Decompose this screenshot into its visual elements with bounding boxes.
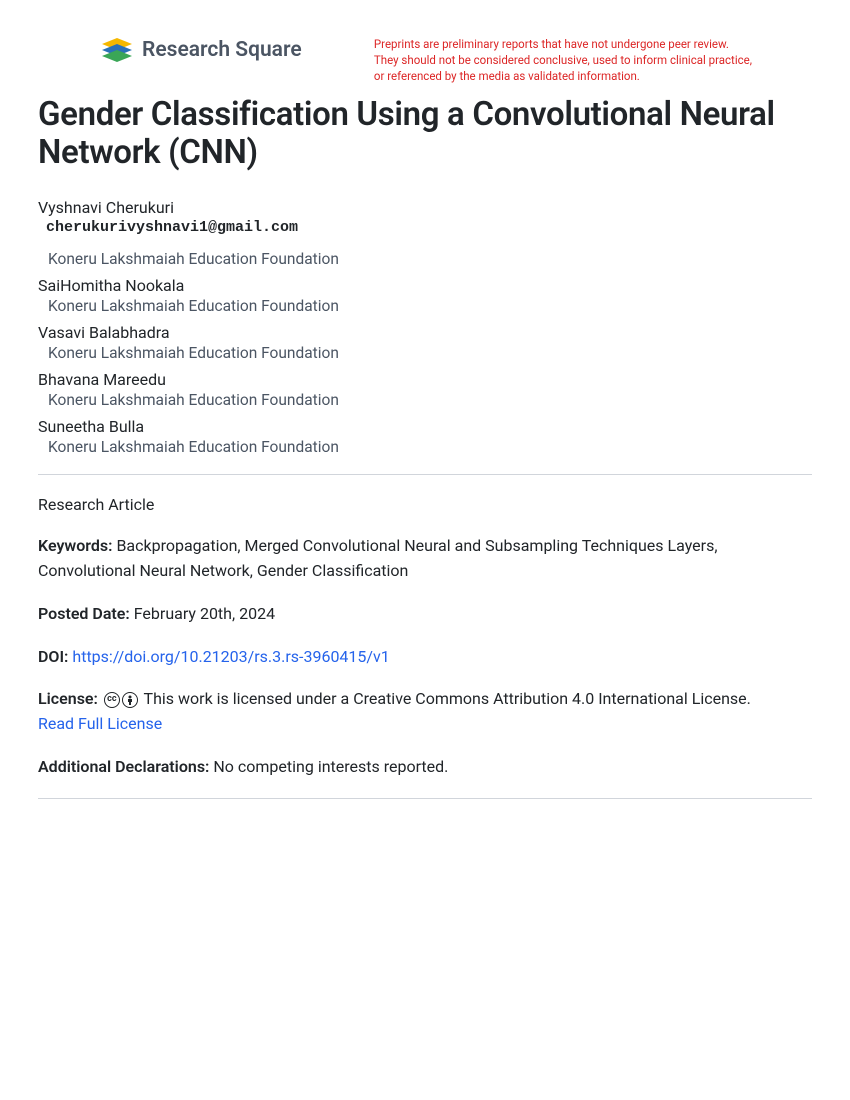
doi-row: DOI: https://doi.org/10.21203/rs.3.rs-39… — [38, 645, 812, 670]
divider — [38, 474, 812, 475]
author-block: Vasavi Balabhadra Koneru Lakshmaiah Educ… — [38, 323, 812, 362]
author-affiliation: Koneru Lakshmaiah Education Foundation — [48, 297, 812, 315]
author-name: Bhavana Mareedu — [38, 370, 812, 389]
author-block: Suneetha Bulla Koneru Lakshmaiah Educati… — [38, 417, 812, 456]
by-icon — [122, 692, 138, 708]
declarations-text: No competing interests reported. — [213, 757, 448, 776]
author-block: Bhavana Mareedu Koneru Lakshmaiah Educat… — [38, 370, 812, 409]
author-email: cherukurivyshnavi1@gmail.com — [46, 219, 812, 236]
notice-line: or referenced by the media as validated … — [374, 68, 752, 84]
cc-icons: cc — [104, 692, 138, 708]
logo: Research Square — [100, 36, 302, 64]
author-block: Vyshnavi Cherukuri cherukurivyshnavi1@gm… — [38, 198, 812, 268]
author-name: Vyshnavi Cherukuri — [38, 198, 812, 217]
logo-text: Research Square — [142, 38, 302, 62]
author-affiliation: Koneru Lakshmaiah Education Foundation — [48, 344, 812, 362]
license-row: License: cc This work is licensed under … — [38, 687, 812, 737]
author-affiliation: Koneru Lakshmaiah Education Foundation — [48, 391, 812, 409]
author-name: SaiHomitha Nookala — [38, 276, 812, 295]
cc-icon: cc — [104, 692, 120, 708]
posted-value: February 20th, 2024 — [134, 604, 275, 623]
author-affiliation: Koneru Lakshmaiah Education Foundation — [48, 250, 812, 268]
author-name: Vasavi Balabhadra — [38, 323, 812, 342]
notice-line: Preprints are preliminary reports that h… — [374, 36, 752, 52]
article-type: Research Article — [38, 495, 812, 514]
declarations-label: Additional Declarations: — [38, 757, 209, 776]
license-link[interactable]: Read Full License — [38, 714, 162, 733]
research-square-icon — [100, 36, 134, 64]
header: Research Square Preprints are preliminar… — [38, 36, 812, 84]
divider — [38, 798, 812, 799]
author-block: SaiHomitha Nookala Koneru Lakshmaiah Edu… — [38, 276, 812, 315]
doi-link[interactable]: https://doi.org/10.21203/rs.3.rs-3960415… — [72, 647, 389, 666]
paper-title: Gender Classification Using a Convolutio… — [38, 96, 812, 172]
author-affiliation: Koneru Lakshmaiah Education Foundation — [48, 438, 812, 456]
notice-line: They should not be considered conclusive… — [374, 52, 752, 68]
keywords-label: Keywords: — [38, 536, 112, 555]
posted-label: Posted Date: — [38, 604, 130, 623]
declarations-row: Additional Declarations: No competing in… — [38, 755, 812, 780]
preprint-notice: Preprints are preliminary reports that h… — [374, 36, 752, 84]
author-name: Suneetha Bulla — [38, 417, 812, 436]
license-label: License: — [38, 689, 98, 708]
authors-list: Vyshnavi Cherukuri cherukurivyshnavi1@gm… — [38, 198, 812, 456]
keywords-row: Keywords: Backpropagation, Merged Convol… — [38, 534, 812, 584]
posted-row: Posted Date: February 20th, 2024 — [38, 602, 812, 627]
license-text: This work is licensed under a Creative C… — [144, 689, 751, 708]
doi-label: DOI: — [38, 647, 68, 666]
keywords-text: Backpropagation, Merged Convolutional Ne… — [38, 536, 717, 580]
